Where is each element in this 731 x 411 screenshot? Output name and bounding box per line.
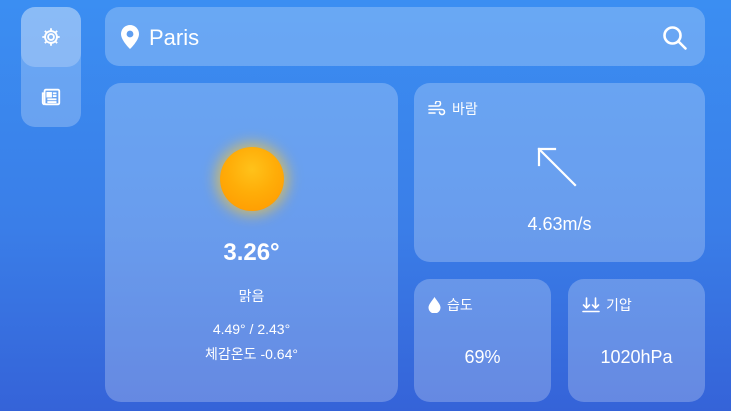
wind-header: 바람 [428, 99, 478, 119]
droplet-icon [428, 297, 441, 313]
humidity-card: 습도 69% [414, 279, 551, 402]
sun-icon [220, 147, 284, 211]
wind-icon [428, 101, 446, 116]
settings-icon [42, 28, 60, 46]
search-input[interactable] [147, 19, 651, 57]
news-button[interactable] [21, 67, 81, 127]
min-max-temperature: 4.49° / 2.43° [212, 321, 291, 337]
humidity-label: 습도 [447, 297, 473, 313]
news-icon [41, 88, 61, 106]
pressure-header: 기압 [582, 295, 632, 315]
arrow-up-left-icon [537, 147, 577, 187]
wind-card: 바람 4.63m/s [414, 83, 705, 262]
sidebar [21, 7, 81, 127]
wind-speed: 4.63m/s [527, 214, 592, 234]
temperature: 3.26° [223, 239, 280, 266]
current-weather-card: 3.26° 맑음 4.49° / 2.43° 체감온도 -0.64° [105, 83, 398, 402]
humidity-header: 습도 [428, 295, 473, 315]
humidity-value: 69% [464, 347, 501, 367]
pressure-card: 기압 1020hPa [568, 279, 705, 402]
wind-label: 바람 [452, 101, 478, 117]
search-bar [105, 7, 705, 66]
pressure-value: 1020hPa [600, 347, 673, 367]
weather-condition: 맑음 [238, 288, 265, 304]
pressure-label: 기압 [606, 297, 632, 313]
feels-like-temperature: 체감온도 -0.64° [205, 346, 298, 362]
settings-button[interactable] [21, 7, 81, 67]
pressure-down-icon [582, 297, 600, 313]
search-icon [663, 26, 687, 50]
location-pin-icon [121, 25, 139, 49]
search-button[interactable] [661, 24, 689, 52]
